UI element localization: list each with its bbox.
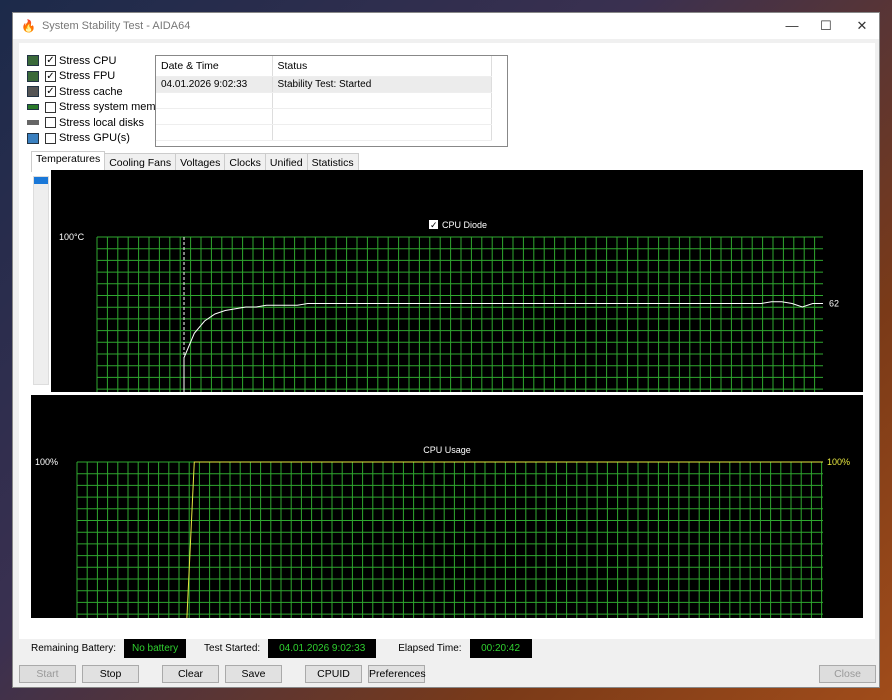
cpu-icon (27, 55, 39, 67)
stress-cache-label: Stress cache (59, 85, 123, 98)
stress-cpu-option[interactable]: ✓ Stress CPU (27, 53, 171, 69)
test-started-label: Test Started: (204, 643, 261, 654)
stability-test-window: 🔥 System Stability Test - AIDA64 — ☐ ✕ ✓… (12, 12, 880, 688)
current-value-label: 100% (827, 457, 850, 467)
cpu-usage-chart-svg: CPU Usage100%0%100% (35, 445, 850, 618)
stress-cpu-checkbox[interactable]: ✓ (45, 55, 56, 67)
stress-options: ✓ Stress CPU ✓ Stress FPU ✓ Stress cache St… (27, 53, 171, 146)
start-button[interactable]: Start (19, 665, 76, 683)
save-button[interactable]: Save (225, 665, 282, 683)
stress-disks-option[interactable]: Stress local disks (27, 115, 171, 131)
series-line (183, 301, 823, 392)
cpuid-button[interactable]: CPUID (305, 665, 362, 683)
stress-gpu-option[interactable]: Stress GPU(s) (27, 131, 171, 147)
stress-fpu-checkbox[interactable]: ✓ (45, 70, 56, 82)
stress-cache-option[interactable]: ✓ Stress cache (27, 84, 171, 100)
stress-cache-checkbox[interactable]: ✓ (45, 86, 56, 98)
stress-fpu-label: Stress FPU (59, 70, 116, 83)
close-button[interactable]: Close (819, 665, 876, 683)
chart-title: CPU Usage (423, 445, 471, 455)
stress-cpu-label: Stress CPU (59, 54, 117, 67)
stress-fpu-option[interactable]: ✓ Stress FPU (27, 69, 171, 85)
temperature-chart: 100°C0°C9:02:3362✓CPU Diode (51, 170, 863, 392)
log-row[interactable]: 04.01.2026 9:02:33 Stability Test: Starte… (156, 76, 492, 93)
y-max-label: 100% (35, 457, 58, 467)
legend-cpu-diode: CPU Diode (442, 220, 487, 230)
title-bar: 🔥 System Stability Test - AIDA64 (13, 13, 879, 39)
sensor-list-scrollbar[interactable] (33, 176, 49, 385)
stop-button[interactable]: Stop (82, 665, 139, 683)
clear-button[interactable]: Clear (162, 665, 219, 683)
stress-disks-label: Stress local disks (59, 116, 144, 129)
checkmark-icon: ✓ (430, 220, 438, 230)
minimize-button[interactable]: — (775, 13, 809, 39)
close-window-button[interactable]: ✕ (845, 13, 879, 39)
battery-label: Remaining Battery: (31, 643, 117, 654)
elapsed-time-value: 00:20:42 (469, 639, 532, 658)
y-max-label: 100°C (59, 232, 85, 242)
stress-memory-option[interactable]: Stress system memory (27, 100, 171, 116)
status-bar: Remaining Battery: No battery Test Start… (25, 639, 550, 658)
window-title: System Stability Test - AIDA64 (41, 20, 191, 32)
test-started-value: 04.01.2026 9:02:33 (268, 639, 377, 658)
battery-value: No battery (124, 639, 187, 658)
col-status[interactable]: Status (272, 56, 492, 77)
memory-icon (27, 104, 39, 111)
elapsed-time-label: Elapsed Time: (398, 643, 462, 654)
cpu-usage-chart: CPU Usage100%0%100% (31, 395, 863, 618)
stress-disks-checkbox[interactable] (45, 117, 56, 129)
stress-gpu-checkbox[interactable] (45, 132, 56, 144)
tab-temperatures[interactable]: Temperatures (31, 151, 106, 172)
main-panel: ✓ Stress CPU ✓ Stress FPU ✓ Stress cache St… (19, 43, 875, 658)
maximize-button[interactable]: ☐ (809, 13, 843, 39)
gpu-icon (27, 132, 39, 144)
log-status: Stability Test: Started (272, 76, 492, 93)
temperature-chart-svg: 100°C0°C9:02:3362✓CPU Diode (59, 220, 839, 392)
preferences-button[interactable]: Preferences (368, 665, 426, 683)
disk-icon (27, 120, 39, 126)
fpu-icon (27, 70, 39, 82)
cache-icon (27, 86, 39, 98)
col-date-time[interactable]: Date & Time (156, 56, 273, 77)
event-log[interactable]: Date & Time Status 04.01.2026 9:02:33 Stab… (155, 55, 508, 147)
stress-memory-checkbox[interactable] (45, 101, 56, 113)
aida64-flame-icon: 🔥 (21, 19, 36, 33)
current-value-label: 62 (829, 299, 839, 309)
log-date: 04.01.2026 9:02:33 (156, 76, 273, 93)
stress-gpu-label: Stress GPU(s) (59, 132, 130, 145)
